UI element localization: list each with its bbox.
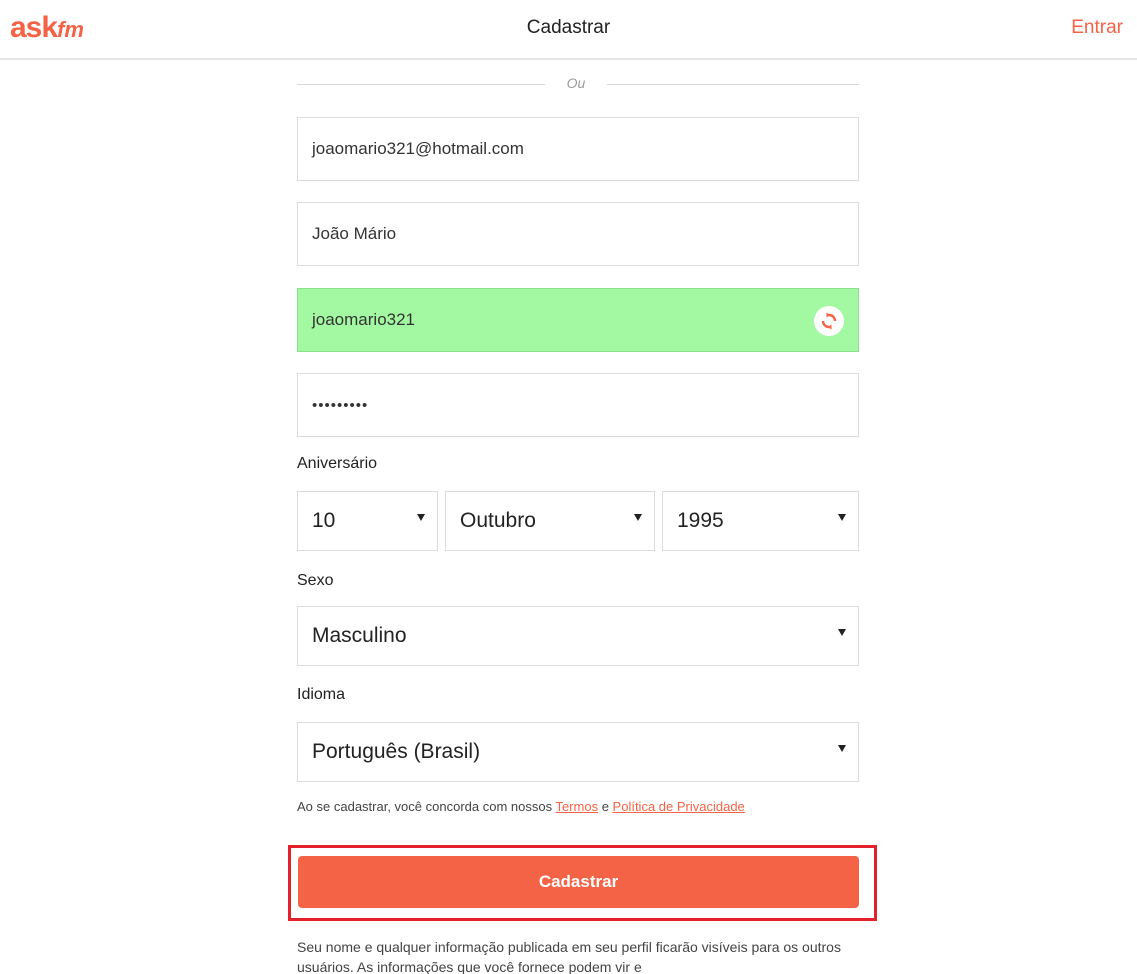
or-divider: Ou [297, 74, 859, 94]
chevron-down-icon [838, 629, 846, 636]
chevron-down-icon [634, 514, 642, 521]
gender-value: Masculino [312, 624, 407, 647]
password-value: ••••••••• [312, 396, 369, 414]
or-label: Ou [566, 75, 586, 91]
birthday-year-select[interactable]: 1995 [662, 491, 859, 551]
register-button[interactable]: Cadastrar [298, 856, 859, 908]
language-select[interactable]: Português (Brasil) [297, 722, 859, 782]
gender-select[interactable]: Masculino [297, 606, 859, 666]
chevron-down-icon [838, 514, 846, 521]
birthday-year-value: 1995 [677, 509, 724, 532]
chevron-down-icon [417, 514, 425, 521]
birthday-label: Aniversário [297, 455, 378, 472]
username-value: joaomario321 [312, 310, 416, 329]
divider-line-left [297, 84, 545, 85]
top-bar: askfm Cadastrar Entrar [0, 0, 1137, 60]
privacy-policy-link[interactable]: Política de Privacidade [613, 799, 745, 814]
name-field[interactable]: João Mário [297, 202, 859, 266]
password-field[interactable]: ••••••••• [297, 373, 859, 437]
terms-connector: e [598, 799, 613, 814]
birthday-month-select[interactable]: Outubro [445, 491, 655, 551]
birthday-day-value: 10 [312, 509, 336, 532]
birthday-day-select[interactable]: 10 [297, 491, 438, 551]
chevron-down-icon [838, 745, 846, 752]
email-value: joaomario321@hotmail.com [312, 139, 524, 158]
username-field[interactable]: joaomario321 [297, 288, 859, 352]
gender-label: Sexo [297, 572, 334, 589]
login-link[interactable]: Entrar [1071, 17, 1123, 39]
email-field[interactable]: joaomario321@hotmail.com [297, 117, 859, 181]
terms-notice: Ao se cadastrar, você concorda com nosso… [297, 797, 837, 816]
refresh-username-icon[interactable] [814, 306, 844, 336]
language-value: Português (Brasil) [312, 740, 481, 763]
birthday-month-value: Outubro [460, 509, 536, 532]
terms-link[interactable]: Termos [555, 799, 598, 814]
privacy-disclaimer: Seu nome e qualquer informação publicada… [297, 939, 841, 974]
divider-line-right [607, 84, 859, 85]
language-label: Idioma [297, 686, 346, 703]
page-title: Cadastrar [526, 17, 611, 38]
name-value: João Mário [312, 224, 397, 243]
terms-prefix: Ao se cadastrar, você concorda com nosso… [297, 799, 556, 814]
